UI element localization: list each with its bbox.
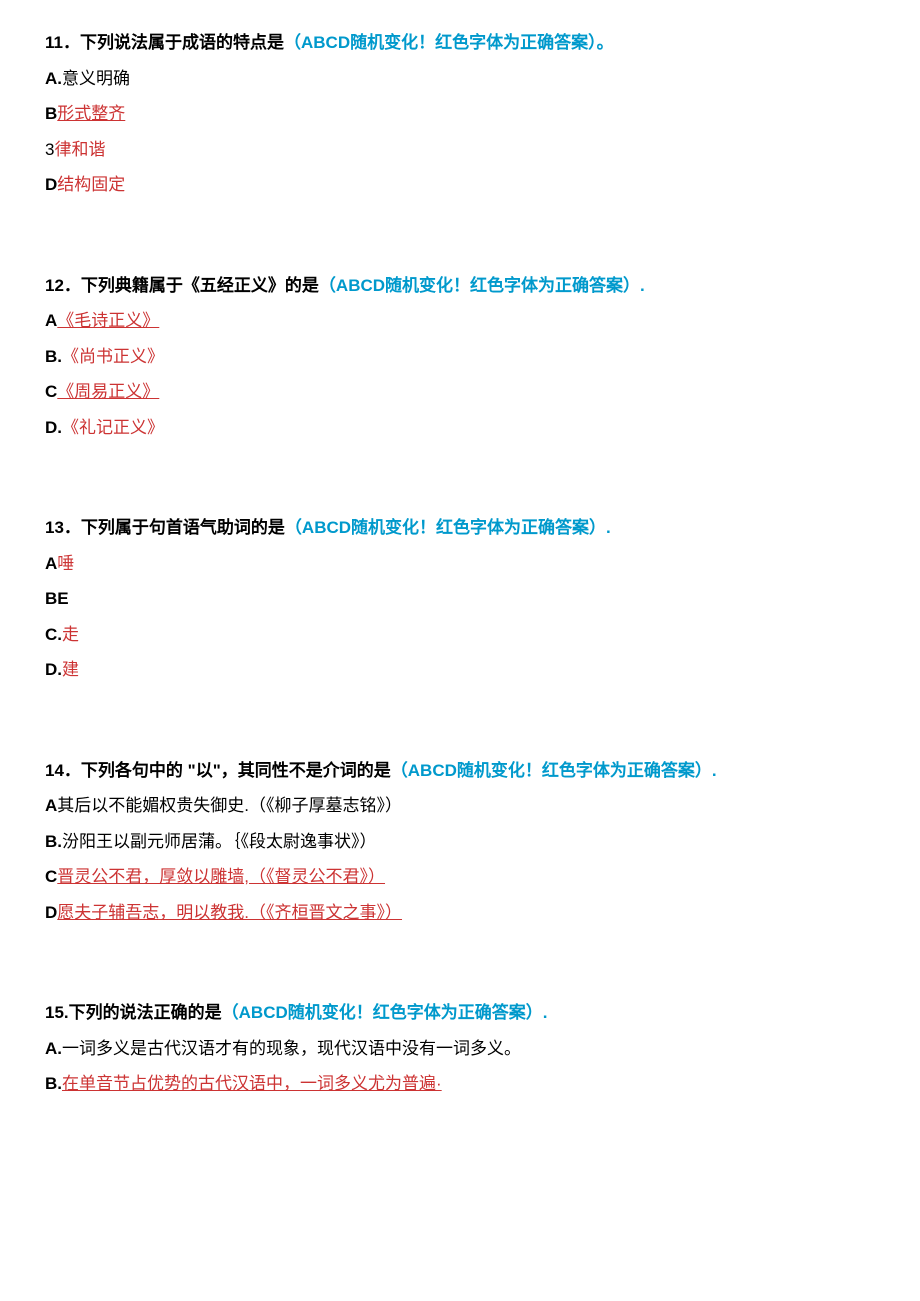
option-text: 形式整齐 [57,104,125,123]
question-text: ．下列属于句首语气助词的是 [64,518,285,537]
option-line: C晋灵公不君，厚敛以雕墙,（《督灵公不君》） [45,864,875,890]
question-hint: （ABCD随机变化！红色字体为正确答案）. [391,761,717,780]
option-line: A.意义明确 [45,66,875,92]
question-hint: （ABCD随机变化！红色字体为正确答案）. [319,276,645,295]
option-label: B. [45,832,62,851]
option-line: 3律和谐 [45,137,875,163]
option-text: 《毛诗正义》 [57,311,159,330]
option-line: BE [45,586,875,612]
option-label: C [45,867,57,886]
option-text: 愿夫子辅吾志，明以教我.（《齐桓晋文之事》） [57,903,402,922]
question-block: 12．下列典籍属于《五经正义》的是（ABCD随机变化！红色字体为正确答案）.A《… [45,273,875,441]
option-line: A.一词多义是古代汉语才有的现象，现代汉语中没有一词多义。 [45,1036,875,1062]
question-hint: （ABCD随机变化！红色字体为正确答案）. [285,518,611,537]
question-hint: （ABCD随机变化！红色字体为正确答案）. [222,1003,548,1022]
option-line: D结构固定 [45,172,875,198]
option-label: D [45,903,57,922]
option-label: C. [45,625,62,644]
option-label: A. [45,69,62,88]
option-label: B [45,104,57,123]
question-number: 13 [45,518,64,537]
option-label: A [45,311,57,330]
option-text: 在单音节占优势的古代汉语中，一词多义尤为普遍· [62,1074,442,1093]
option-label: B. [45,1074,62,1093]
option-text: 晋灵公不君，厚敛以雕墙,（《督灵公不君》） [57,867,385,886]
option-text: 汾阳王以副元师居蒲。｛《段太尉逸事状》） [62,832,377,851]
option-line: B.在单音节占优势的古代汉语中，一词多义尤为普遍· [45,1071,875,1097]
option-line: C.走 [45,622,875,648]
option-label: A [45,554,57,573]
question-stem: 15.下列的说法正确的是（ABCD随机变化！红色字体为正确答案）. [45,1000,875,1026]
question-number: 11 [45,33,63,52]
question-block: 13．下列属于句首语气助词的是（ABCD随机变化！红色字体为正确答案）. A唾 BE… [45,515,875,683]
option-text: 《尚书正义》 [62,347,164,366]
option-line: A其后以不能媚权贵失御史.（《柳子厚墓志铭》） [45,793,875,819]
option-line: A《毛诗正义》 [45,308,875,334]
question-number: 12 [45,276,64,295]
option-text: 意义明确 [62,69,130,88]
question-number: 15. [45,1003,69,1022]
option-line: D.建 [45,657,875,683]
option-text: 建 [62,660,79,679]
question-text: ．下列说法属于成语的特点是 [63,33,284,52]
option-line: D愿夫子辅吾志，明以教我.（《齐桓晋文之事》） [45,900,875,926]
option-text: 《周易正义》 [57,382,159,401]
option-line: B.汾阳王以副元师居蒲。｛《段太尉逸事状》） [45,829,875,855]
option-line: C《周易正义》 [45,379,875,405]
question-text: 下列的说法正确的是 [69,1003,222,1022]
question-stem: 14．下列各句中的 "以"，其同性不是介词的是（ABCD随机变化！红色字体为正确… [45,758,875,784]
option-label: D. [45,660,62,679]
option-text: 律和谐 [54,140,105,159]
option-line: B.《尚书正义》 [45,344,875,370]
option-text: 走 [62,625,79,644]
question-stem: 12．下列典籍属于《五经正义》的是（ABCD随机变化！红色字体为正确答案）. [45,273,875,299]
question-block: 11．下列说法属于成语的特点是（ABCD随机变化！红色字体为正确答案）。 A.意义… [45,30,875,198]
option-text: 一词多义是古代汉语才有的现象，现代汉语中没有一词多义。 [62,1039,521,1058]
option-label: D [45,175,57,194]
option-label: D. [45,418,62,437]
option-line: A唾 [45,551,875,577]
question-text: ．下列各句中的 "以"，其同性不是介词的是 [64,761,391,780]
option-label: A [45,796,57,815]
question-number: 14 [45,761,64,780]
question-hint: （ABCD随机变化！红色字体为正确答案）。 [284,33,614,52]
question-stem: 11．下列说法属于成语的特点是（ABCD随机变化！红色字体为正确答案）。 [45,30,875,56]
option-label: B. [45,347,62,366]
option-label: A. [45,1039,62,1058]
question-block: 15.下列的说法正确的是（ABCD随机变化！红色字体为正确答案）. A.一词多义是… [45,1000,875,1097]
option-text: 结构固定 [57,175,125,194]
question-stem: 13．下列属于句首语气助词的是（ABCD随机变化！红色字体为正确答案）. [45,515,875,541]
question-text: ．下列典籍属于《五经正义》的是 [64,276,319,295]
option-line: D.《礼记正义》 [45,415,875,441]
option-label: BE [45,589,69,608]
option-text: 唾 [57,554,74,573]
option-label: C [45,382,57,401]
option-text: 《礼记正义》 [62,418,164,437]
option-text: 其后以不能媚权贵失御史.（《柳子厚墓志铭》） [57,796,402,815]
option-line: B形式整齐 [45,101,875,127]
question-block: 14．下列各句中的 "以"，其同性不是介词的是（ABCD随机变化！红色字体为正确… [45,758,875,926]
